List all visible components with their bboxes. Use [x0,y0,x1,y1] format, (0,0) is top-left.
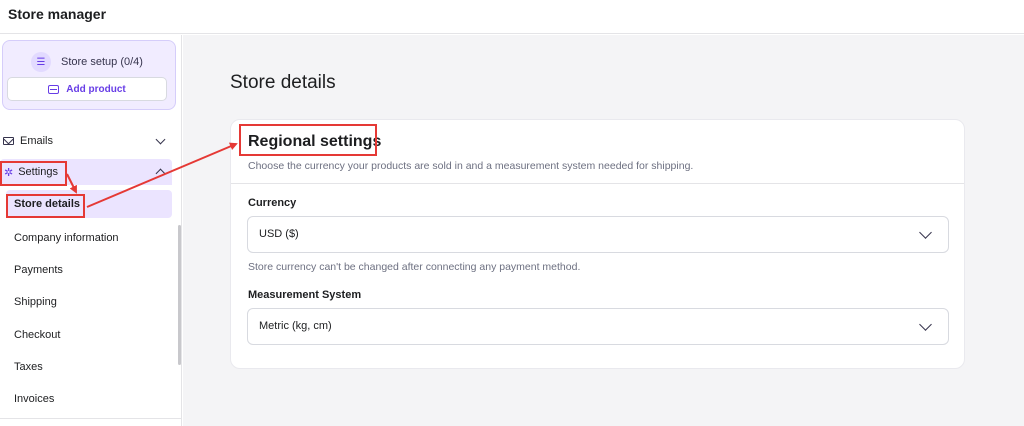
chevron-down-icon [919,318,932,331]
measurement-system-value: Metric (kg, cm) [259,320,332,332]
sidebar-scrollbar[interactable] [178,225,181,365]
main-content: Store details Regional settings Choose t… [183,35,1024,426]
sidebar-item-label: Checkout [14,329,61,341]
sidebar-item-label: Settings [18,166,58,178]
sidebar-bottom-divider [0,418,181,419]
sidebar-item-label: Emails [20,135,54,147]
list-icon: ☰ [31,52,51,72]
sidebar-item-emails[interactable]: Emails [0,128,172,154]
store-setup-label: Store setup (0/4) [61,56,143,68]
regional-settings-card: Regional settings Choose the currency yo… [230,119,965,369]
sidebar: ☰ Store setup (0/4) Add product Emails ✲… [0,35,182,426]
app-title: Store manager [8,6,107,22]
sidebar-item-label: Taxes [14,361,43,373]
sidebar-item-taxes[interactable]: Taxes [0,354,172,380]
sidebar-item-payments[interactable]: Payments [0,257,172,283]
sidebar-item-label: Invoices [14,393,55,405]
currency-value: USD ($) [259,228,299,240]
gear-icon: ✲ [4,166,14,179]
sidebar-item-label: Store details [14,198,81,210]
measurement-system-select[interactable]: Metric (kg, cm) [247,308,949,345]
chevron-up-icon [155,168,166,179]
top-bar: Store manager [0,0,1024,34]
currency-label: Currency [248,197,297,209]
mail-icon [3,137,14,145]
sidebar-item-label: Shipping [14,296,57,308]
store-setup-progress[interactable]: ☰ Store setup (0/4) [31,51,143,73]
chevron-down-icon [155,134,166,145]
regional-settings-description: Choose the currency your products are so… [248,160,694,172]
store-setup-card: ☰ Store setup (0/4) Add product [2,40,176,110]
box-icon [48,84,60,94]
sidebar-item-store-details[interactable]: Store details [6,190,172,218]
add-product-button[interactable]: Add product [7,77,167,101]
add-product-label: Add product [66,83,126,95]
sidebar-item-invoices[interactable]: Invoices [0,386,172,412]
currency-hint: Store currency can't be changed after co… [248,261,581,273]
regional-settings-title: Regional settings [248,133,382,150]
chevron-down-icon [919,226,932,239]
sidebar-item-checkout[interactable]: Checkout [0,322,172,348]
sidebar-item-shipping[interactable]: Shipping [0,289,172,315]
sidebar-item-company-information[interactable]: Company information [0,225,172,251]
page-title: Store details [230,72,336,93]
measurement-system-label: Measurement System [248,289,362,301]
card-divider [231,183,964,184]
sidebar-item-label: Company information [14,232,119,244]
currency-select[interactable]: USD ($) [247,216,949,253]
sidebar-item-settings[interactable]: ✲ Settings [0,159,172,185]
sidebar-item-label: Payments [14,264,63,276]
